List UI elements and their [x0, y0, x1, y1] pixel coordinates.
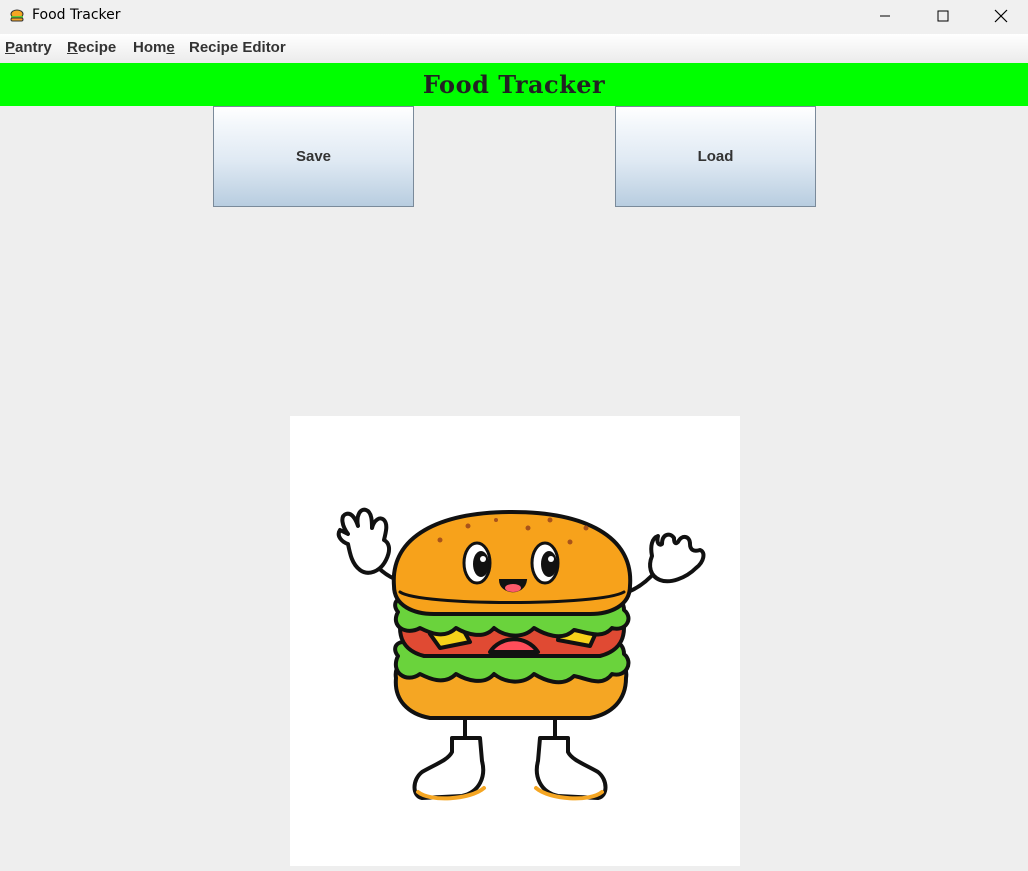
menu-pantry[interactable]: Pantry — [5, 39, 52, 56]
menu-recipe-mnemonic: R — [67, 39, 78, 56]
burger-mascot-image — [290, 416, 740, 866]
close-button[interactable] — [972, 0, 1028, 32]
menu-home-label: Hom — [133, 39, 167, 56]
minimize-button[interactable] — [856, 0, 914, 32]
menu-home-mnemonic: e — [166, 39, 175, 56]
menu-pantry-mnemonic: P — [5, 39, 16, 56]
menu-recipe[interactable]: Recipe — [67, 39, 116, 56]
maximize-button[interactable] — [914, 0, 972, 32]
menu-recipe-editor[interactable]: Recipe Editor — [189, 39, 286, 56]
load-button[interactable]: Load — [615, 106, 816, 207]
menu-bar: Pantry Recipe Home Recipe Editor — [0, 34, 1028, 63]
page-title: Food Tracker — [422, 70, 606, 99]
burger-app-icon — [9, 8, 25, 24]
header-banner: Food Tracker — [0, 63, 1028, 106]
save-button[interactable]: Save — [213, 106, 414, 207]
maximize-icon — [937, 10, 949, 22]
window-title: Food Tracker — [32, 7, 121, 23]
menu-pantry-label: antry — [15, 39, 52, 56]
title-bar: Food Tracker — [0, 0, 1028, 34]
minimize-icon — [880, 15, 890, 17]
menu-home[interactable]: Home — [133, 39, 175, 56]
menu-recipe-label: ecipe — [77, 39, 117, 56]
close-icon — [994, 9, 1008, 23]
